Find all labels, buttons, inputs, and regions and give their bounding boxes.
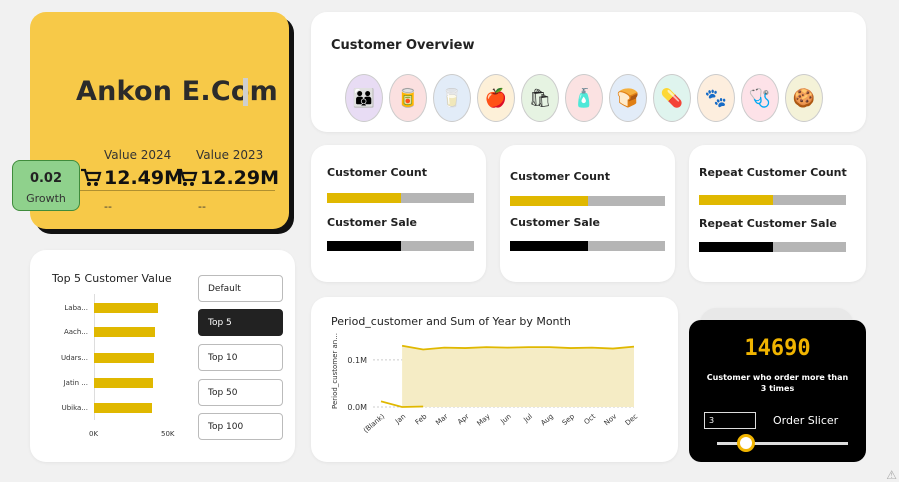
x-tick-label: Aug bbox=[539, 412, 555, 427]
value-2024-delta: -- bbox=[104, 200, 112, 213]
customer-sale-fill bbox=[510, 241, 588, 251]
value-2023-label: Value 2023 bbox=[196, 148, 264, 162]
kpi-caption: Customer who order more than 3 times bbox=[706, 373, 849, 393]
customer-count-bar bbox=[327, 193, 474, 203]
bar[interactable] bbox=[94, 327, 156, 337]
customer-sale-label: Customer Sale bbox=[510, 216, 601, 229]
milk-icon[interactable]: 🥛 bbox=[433, 74, 471, 122]
bar-label: Laba... bbox=[64, 304, 88, 312]
customer-count-label: Customer Count bbox=[327, 166, 427, 179]
text-cursor bbox=[243, 78, 248, 106]
x-tick-label: Mar bbox=[434, 412, 449, 427]
customer-count-bar bbox=[510, 196, 665, 206]
produce-bag-icon[interactable]: 🛍 bbox=[521, 74, 559, 122]
x-tick-label: Nov bbox=[603, 412, 619, 427]
cart-icon bbox=[177, 168, 198, 186]
category-icons: 👪 🥫 🥛 🍎 🛍 🧴 🍞 💊 🐾 🩺 🍪 bbox=[345, 74, 823, 122]
overview-title: Customer Overview bbox=[331, 38, 475, 53]
repeat-customer-sale-bar bbox=[699, 242, 846, 252]
filter-button-top-50[interactable]: Top 50 bbox=[198, 379, 283, 406]
y-axis-label: Period_customer an... bbox=[331, 333, 339, 409]
x-tick-label: (Blank) bbox=[362, 412, 386, 434]
filter-button-default[interactable]: Default bbox=[198, 275, 283, 302]
kpi-value: 14690 bbox=[744, 336, 811, 361]
customer-count-label: Customer Count bbox=[510, 170, 610, 183]
x-tick-label: Feb bbox=[414, 412, 429, 426]
customer-sale-fill bbox=[327, 241, 401, 251]
x-tick-label: Jan bbox=[393, 412, 407, 426]
snacks-icon[interactable]: 🍪 bbox=[785, 74, 823, 122]
customer-sale-bar bbox=[510, 241, 665, 251]
y-tick: 0.0M bbox=[347, 403, 367, 412]
top5-title: Top 5 Customer Value bbox=[52, 272, 172, 285]
repeat-order-kpi: 14690 Customer who order more than 3 tim… bbox=[689, 320, 866, 462]
x-tick-1: 50K bbox=[161, 430, 175, 438]
order-slicer-label: Order Slicer bbox=[773, 414, 839, 427]
value-2023-amount: 12.29M bbox=[200, 167, 280, 189]
growth-label: Growth bbox=[26, 192, 66, 205]
fruits-icon[interactable]: 🍎 bbox=[477, 74, 515, 122]
metric-card-1: Customer Count Customer Sale bbox=[311, 145, 486, 282]
order-slicer-input[interactable]: 3 bbox=[704, 412, 756, 429]
value-2023-delta: -- bbox=[198, 200, 206, 213]
filter-button-top-5[interactable]: Top 5 bbox=[198, 309, 283, 336]
x-tick-label: Jul bbox=[521, 412, 533, 424]
x-tick-label: Dec bbox=[624, 412, 640, 427]
customer-count-fill bbox=[510, 196, 588, 206]
x-tick-0: 0K bbox=[89, 430, 99, 438]
x-tick-label: Oct bbox=[583, 412, 598, 426]
repeat-customer-count-fill bbox=[699, 195, 773, 205]
period-chart: 0.1M 0.0M Period_customer an... (Blank) Jan F… bbox=[331, 333, 640, 435]
value-2024-label: Value 2024 bbox=[104, 148, 172, 162]
value-2024-amount: 12.49M bbox=[104, 167, 184, 189]
order-slicer-handle[interactable] bbox=[736, 434, 755, 452]
bar-label: Ubika... bbox=[61, 404, 88, 412]
bar[interactable] bbox=[94, 303, 159, 313]
metric-card-3: Repeat Customer Count Repeat Customer Sa… bbox=[689, 145, 866, 282]
repeat-customer-count-label: Repeat Customer Count bbox=[699, 166, 847, 179]
customer-overview-card: Customer Overview 👪 🥫 🥛 🍎 🛍 🧴 🍞 💊 🐾 🩺 🍪 bbox=[311, 12, 866, 132]
x-tick-label: May bbox=[475, 412, 491, 427]
y-tick: 0.1M bbox=[347, 356, 367, 365]
repeat-customer-sale-fill bbox=[699, 242, 773, 252]
metric-card-2: Customer Count Customer Sale bbox=[500, 145, 675, 282]
divider bbox=[80, 190, 275, 191]
bar-label: Aach... bbox=[63, 328, 88, 336]
growth-value: 0.02 bbox=[29, 171, 63, 186]
cart-icon bbox=[81, 168, 102, 186]
medicine-icon[interactable]: 🩺 bbox=[741, 74, 779, 122]
value-2023: 12.29M bbox=[176, 167, 279, 189]
customer-sale-label: Customer Sale bbox=[327, 216, 418, 229]
top-customer-card: Top 5 Customer Value Laba... Aach... Udars… bbox=[30, 250, 295, 462]
customer-sale-bar bbox=[327, 241, 474, 251]
bar[interactable] bbox=[94, 403, 152, 413]
x-tick-label: Apr bbox=[456, 412, 471, 426]
period-chart-card: Period_customer and Sum of Year by Month… bbox=[311, 297, 678, 462]
bakery-icon[interactable]: 🍞 bbox=[609, 74, 647, 122]
warning-icon: ⚠ bbox=[886, 468, 897, 482]
customer-count-fill bbox=[327, 193, 401, 203]
groceries-icon[interactable]: 🥫 bbox=[389, 74, 427, 122]
filter-button-top-100[interactable]: Top 100 bbox=[198, 413, 283, 440]
value-2024: 12.49M bbox=[80, 167, 183, 189]
repeat-customer-sale-label: Repeat Customer Sale bbox=[699, 217, 837, 230]
series-area bbox=[402, 345, 634, 407]
x-tick-label: Jun bbox=[498, 412, 512, 426]
bar-label: Jatin ... bbox=[63, 379, 88, 387]
pet-icon[interactable]: 🐾 bbox=[697, 74, 735, 122]
pharmacy-icon[interactable]: 💊 bbox=[653, 74, 691, 122]
repeat-customer-count-bar bbox=[699, 195, 846, 205]
cleaning-icon[interactable]: 🧴 bbox=[565, 74, 603, 122]
bar-label: Udars... bbox=[60, 354, 88, 362]
family-icon[interactable]: 👪 bbox=[345, 74, 383, 122]
x-tick-label: Sep bbox=[561, 412, 577, 427]
filter-button-top-10[interactable]: Top 10 bbox=[198, 344, 283, 371]
growth-badge: 0.02 Growth bbox=[12, 160, 80, 211]
bar[interactable] bbox=[94, 353, 154, 363]
bar[interactable] bbox=[94, 378, 154, 388]
